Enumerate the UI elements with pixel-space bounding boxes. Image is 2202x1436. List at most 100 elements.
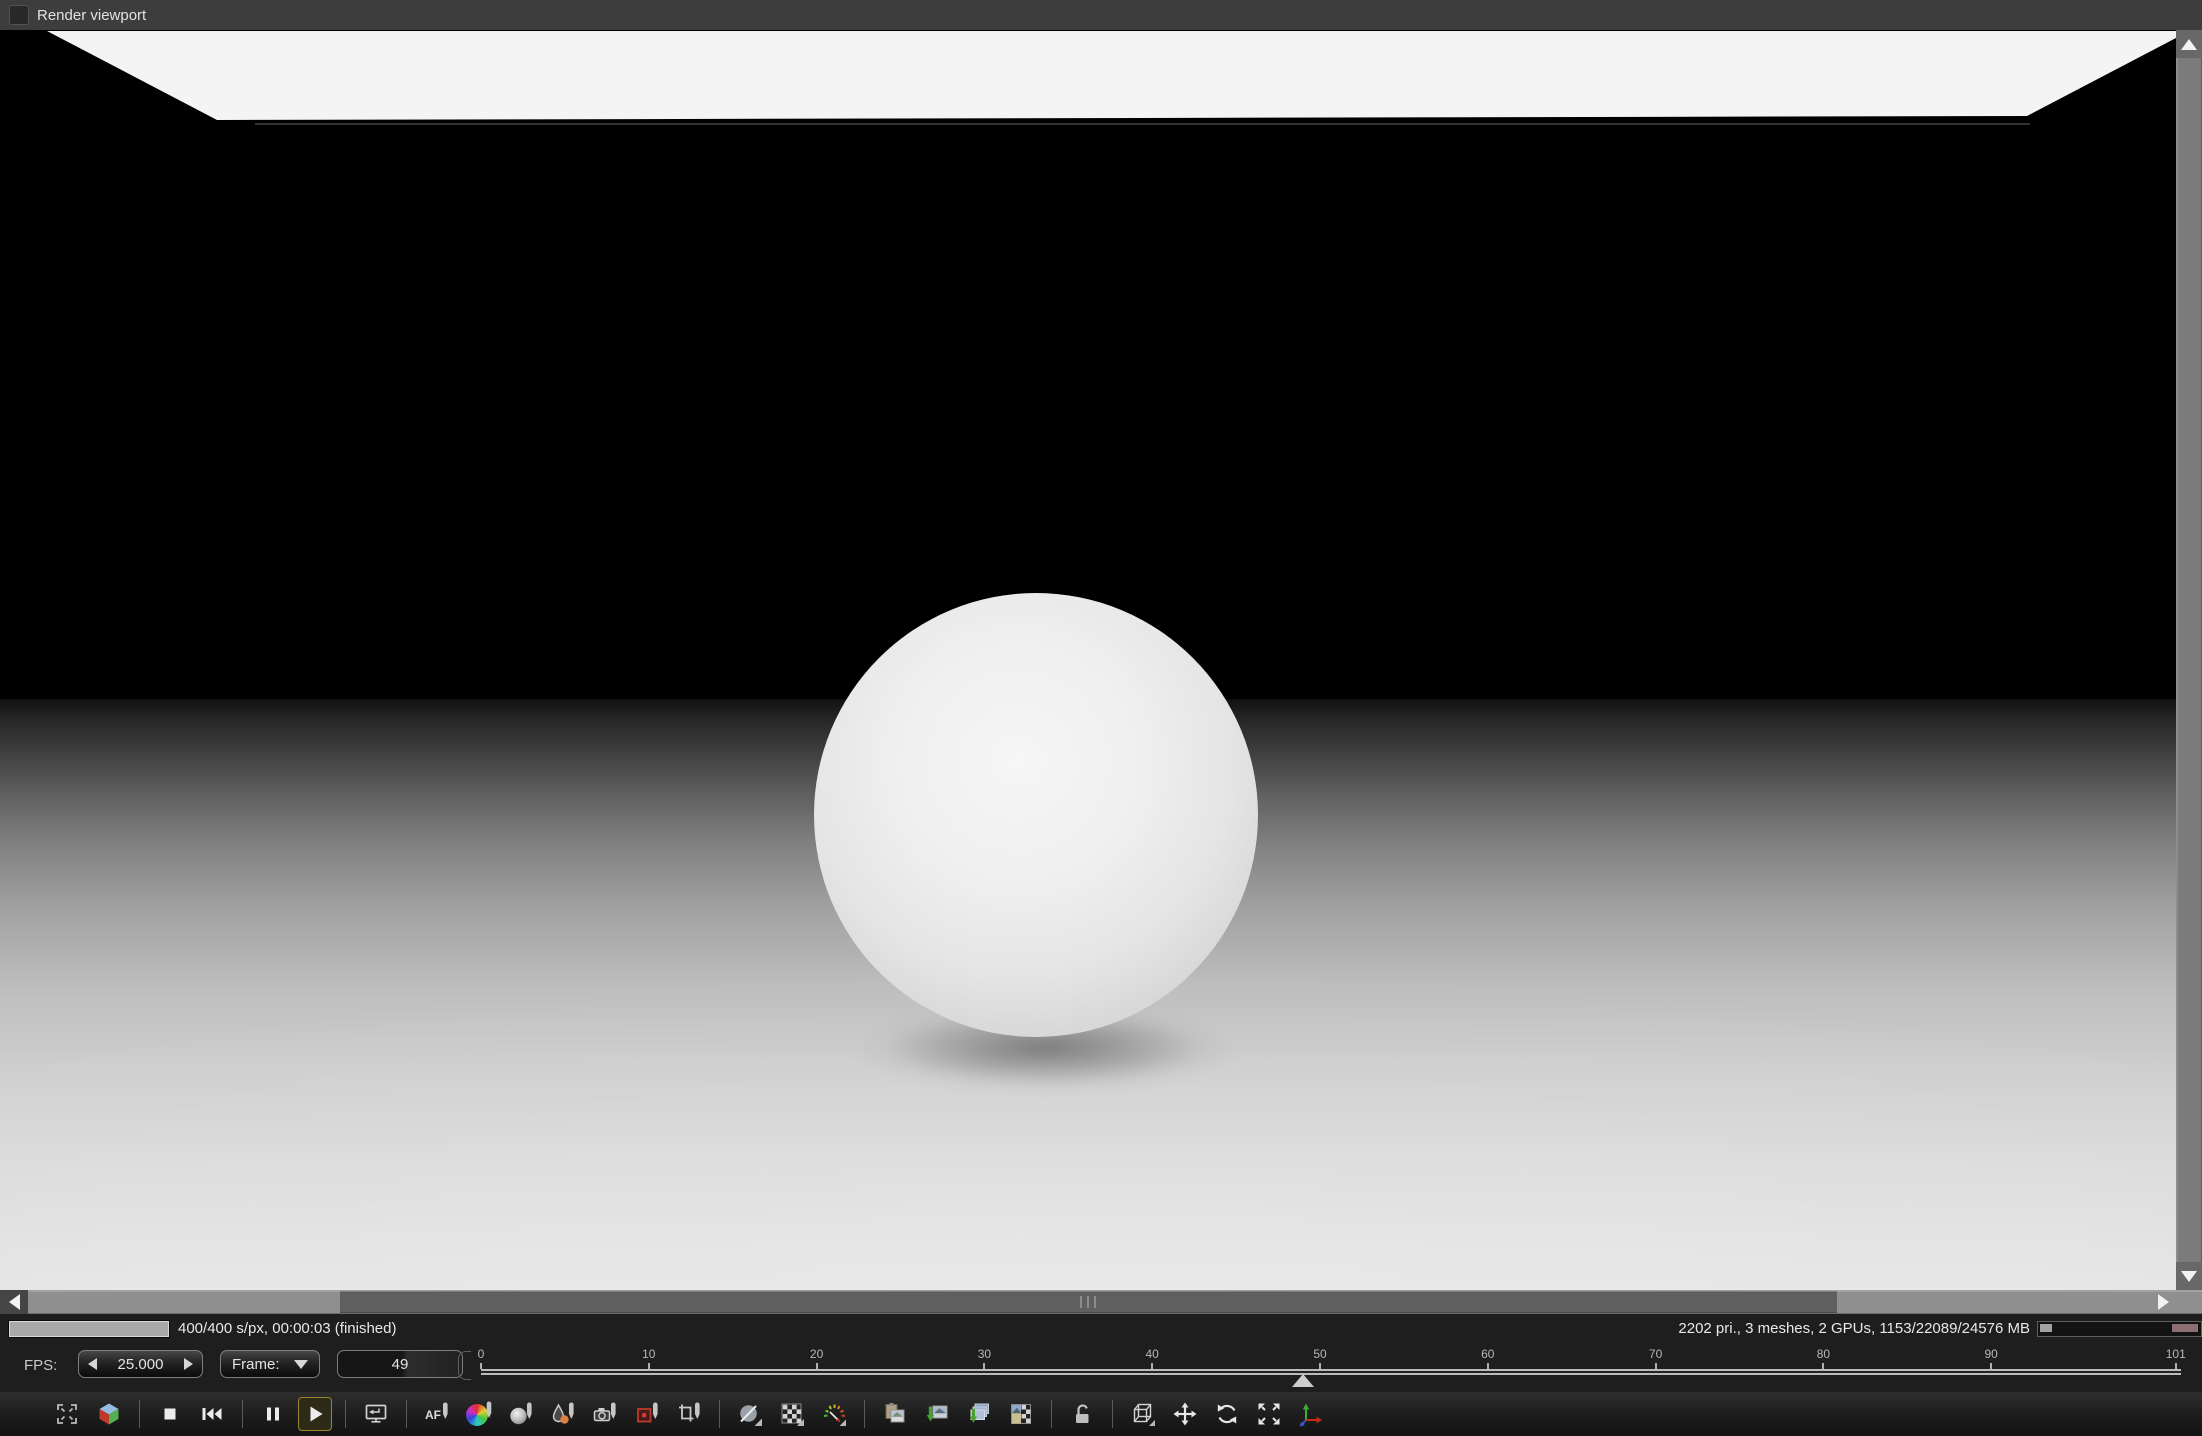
fit-render-viewport-button[interactable] xyxy=(50,1397,84,1431)
crop-picker-button[interactable] xyxy=(672,1397,706,1431)
toolbar-separator xyxy=(242,1400,243,1428)
performance-gauge-button[interactable] xyxy=(817,1397,851,1431)
monitor-fit-icon xyxy=(363,1401,389,1427)
camera-picker-button[interactable] xyxy=(588,1397,622,1431)
camera-gizmo-button[interactable] xyxy=(1126,1397,1160,1431)
timeline-playhead[interactable] xyxy=(1292,1374,1314,1387)
emission-drop-picker-icon xyxy=(550,1401,576,1427)
lock-viewport-button[interactable] xyxy=(1065,1397,1099,1431)
octane-render-viewport-window: Render viewport 400/400 s/px, 00:00:03 (… xyxy=(0,0,2202,1436)
copy-image-icon xyxy=(882,1401,908,1427)
scrollbar-grip-icon xyxy=(1080,1296,1096,1308)
triangle-right-icon xyxy=(2158,1294,2169,1310)
timeline-tick xyxy=(480,1363,482,1369)
render-region-picker-icon xyxy=(634,1401,660,1427)
timeline-tick-label: 50 xyxy=(1313,1347,1326,1361)
pause-button[interactable] xyxy=(256,1397,290,1431)
triangle-down-icon xyxy=(2181,1271,2197,1282)
timeline-tick xyxy=(1655,1363,1657,1369)
gpu-memory-used-segment xyxy=(2040,1324,2052,1332)
autofocus-picker-icon: AF xyxy=(424,1401,450,1427)
timeline-tick xyxy=(2175,1363,2177,1369)
timeline-tick xyxy=(1487,1363,1489,1369)
timeline-tick-label: 90 xyxy=(1985,1347,1998,1361)
toolbar: AF xyxy=(0,1392,2202,1436)
pan-camera-button[interactable] xyxy=(1168,1397,1202,1431)
timeline-tick-label: 0 xyxy=(478,1347,485,1361)
timeline-tick-label: 10 xyxy=(642,1347,655,1361)
padlock-open-icon xyxy=(1069,1401,1095,1427)
preview-rgb-cube-button[interactable] xyxy=(92,1397,126,1431)
sphere xyxy=(814,593,1258,1037)
timeline-tick xyxy=(816,1363,818,1369)
render-layer-toggle-button[interactable] xyxy=(733,1397,767,1431)
timeline-tick-label: 30 xyxy=(978,1347,991,1361)
white-balance-picker-button[interactable] xyxy=(462,1397,496,1431)
camera-picker-icon xyxy=(592,1401,618,1427)
scroll-up-button[interactable] xyxy=(2176,30,2202,58)
title-bar: Render viewport xyxy=(0,0,2202,31)
scroll-down-button[interactable] xyxy=(2176,1262,2202,1290)
skip-to-start-button[interactable] xyxy=(195,1397,229,1431)
image-checker-icon xyxy=(1008,1401,1034,1427)
timeline-tick xyxy=(648,1363,650,1369)
render-progress-bar xyxy=(9,1321,169,1337)
maximize-arrows-icon xyxy=(1256,1401,1282,1427)
maximize-view-button[interactable] xyxy=(1252,1397,1286,1431)
render-stats-text: 2202 pri., 3 meshes, 2 GPUs, 1153/22089/… xyxy=(1678,1320,2030,1337)
timeline-tick-label: 70 xyxy=(1649,1347,1662,1361)
fit-to-screen-button[interactable] xyxy=(359,1397,393,1431)
play-icon xyxy=(302,1401,328,1427)
material-picker-button[interactable] xyxy=(504,1397,538,1431)
vertical-scrollbar-thumb[interactable] xyxy=(2176,58,2202,1262)
scroll-left-button[interactable] xyxy=(0,1290,28,1314)
timeline-tick xyxy=(1319,1363,1321,1369)
copy-to-clipboard-button[interactable] xyxy=(878,1397,912,1431)
timeline-ruler-line xyxy=(481,1369,2181,1375)
render-passes-button[interactable] xyxy=(1004,1397,1038,1431)
wireframe-cube-icon xyxy=(1130,1401,1156,1427)
pause-icon xyxy=(260,1401,286,1427)
toolbar-separator xyxy=(719,1400,720,1428)
stop-icon xyxy=(157,1401,183,1427)
render-viewport[interactable] xyxy=(0,30,2176,1290)
toolbar-separator xyxy=(1112,1400,1113,1428)
timeline-tick xyxy=(983,1363,985,1369)
autofocus-picker-button[interactable]: AF xyxy=(420,1397,454,1431)
world-axis-icon xyxy=(1298,1401,1324,1427)
render-progress-text: 400/400 s/px, 00:00:03 (finished) xyxy=(178,1320,396,1337)
window-chip-icon xyxy=(9,5,29,25)
timeline-tick-label: 60 xyxy=(1481,1347,1494,1361)
horizontal-scrollbar[interactable] xyxy=(0,1290,2202,1314)
crop-picker-icon xyxy=(676,1401,702,1427)
timeline-tick xyxy=(1151,1363,1153,1369)
timeline-ruler[interactable]: 0102030405060708090101 xyxy=(0,1344,2202,1392)
play-button[interactable] xyxy=(298,1397,332,1431)
svg-text:AF: AF xyxy=(425,1408,441,1422)
toolbar-separator xyxy=(1051,1400,1052,1428)
triangle-left-icon xyxy=(9,1294,20,1310)
rgb-cube-icon xyxy=(96,1401,122,1427)
render-region-picker-button[interactable] xyxy=(630,1397,664,1431)
timeline-tick xyxy=(1822,1363,1824,1369)
scroll-right-button[interactable] xyxy=(2148,1290,2178,1314)
timeline-tick-label: 20 xyxy=(810,1347,823,1361)
area-light-edge xyxy=(255,123,2030,125)
toolbar-separator xyxy=(139,1400,140,1428)
world-axis-button[interactable] xyxy=(1294,1397,1328,1431)
save-image-button[interactable] xyxy=(920,1397,954,1431)
gpu-memory-bar xyxy=(2037,1321,2202,1337)
emission-picker-button[interactable] xyxy=(546,1397,580,1431)
skip-to-start-icon xyxy=(199,1401,225,1427)
stop-button[interactable] xyxy=(153,1397,187,1431)
vertical-scrollbar[interactable] xyxy=(2176,30,2202,1290)
timeline-tick-label: 101 xyxy=(2166,1347,2186,1361)
save-layers-icon xyxy=(966,1401,992,1427)
checkerboard-icon xyxy=(779,1401,805,1427)
picker-icon xyxy=(484,1401,494,1421)
rotate-camera-button[interactable] xyxy=(1210,1397,1244,1431)
fit-viewport-icon xyxy=(54,1401,80,1427)
save-all-render-layers-button[interactable] xyxy=(962,1397,996,1431)
alpha-background-checker-button[interactable] xyxy=(775,1397,809,1431)
horizontal-scrollbar-thumb[interactable] xyxy=(340,1291,1837,1313)
